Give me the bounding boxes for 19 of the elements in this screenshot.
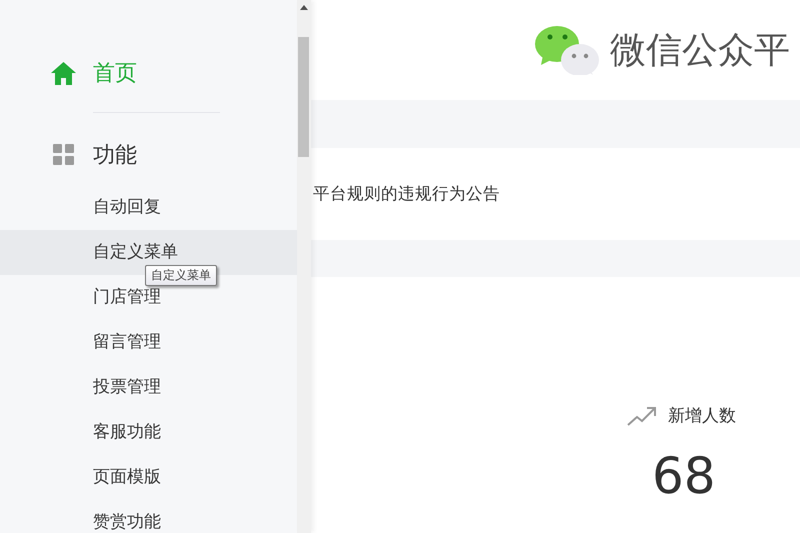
stat-label: 新增人数 [668,405,736,427]
scrollbar-thumb[interactable] [298,37,309,157]
scroll-up-arrow-icon[interactable] [300,5,308,10]
menu-item[interactable]: 投票管理 [0,365,297,410]
site-title: 微信公众平 [610,28,790,72]
notice-link[interactable]: 平台规则的违规行为公告 [313,183,500,205]
menu-item[interactable]: 客服功能 [0,410,297,455]
stat-value: 68 [652,451,716,501]
tooltip: 自定义菜单 [145,265,217,286]
menu-item[interactable]: 页面模版 [0,455,297,500]
trend-arrow-icon [627,406,657,426]
menu-item[interactable]: 留言管理 [0,320,297,365]
scrollbar[interactable] [297,0,311,533]
chat-bubbles-logo [535,25,599,75]
menu-item[interactable]: 赞赏功能 [0,500,297,533]
grid-icon [53,144,75,166]
menu-item[interactable]: 自动回复 [0,185,297,230]
section-title: 功能 [93,142,137,170]
home-icon [50,60,77,86]
